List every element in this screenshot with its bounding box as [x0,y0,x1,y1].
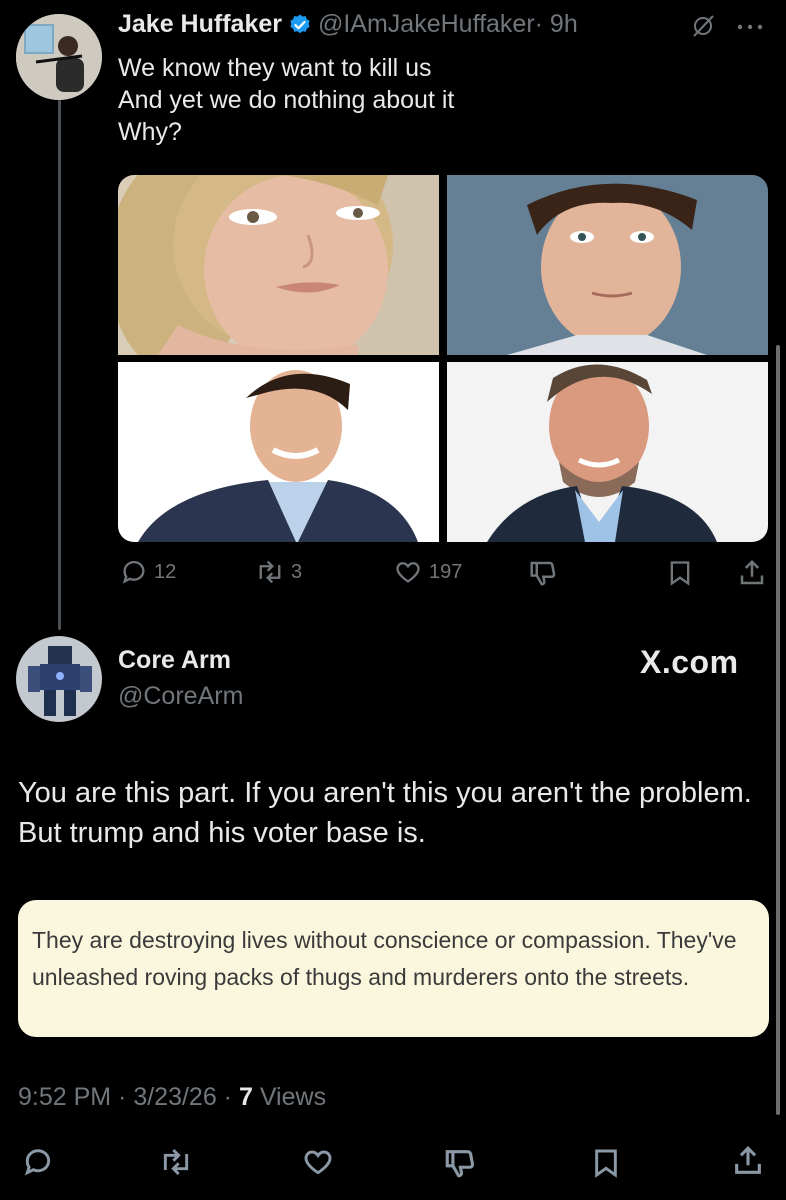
quoted-text-image: They are destroying lives without consci… [18,900,769,1037]
bookmark-button[interactable] [666,558,694,588]
repost-icon [255,558,285,586]
tweet-line: We know they want to kill us [118,54,432,82]
views-label: Views [259,1083,327,1111]
grok-icon[interactable] [690,13,716,44]
author-name[interactable]: Jake Huffaker [118,10,282,39]
share-icon [731,1144,765,1178]
reply-text: You are this part. If you aren't this yo… [18,777,752,849]
media-photo[interactable] [447,362,768,542]
media-photo[interactable] [118,175,439,355]
like-icon [301,1146,335,1178]
media-grid[interactable] [118,175,768,542]
bookmark-button[interactable] [590,1146,622,1185]
share-button[interactable] [737,558,767,588]
tweet-text: We know they want to kill us And yet we … [118,52,454,148]
author-name[interactable]: Core Arm [118,646,231,675]
timestamp[interactable]: 9:52 PM · 3/23/26 · [18,1083,232,1111]
media-photo[interactable] [447,175,768,355]
dislike-button[interactable] [443,1146,477,1185]
share-button[interactable] [731,1144,765,1183]
dislike-button[interactable] [528,558,558,588]
repost-icon [158,1146,194,1178]
tweet-meta: 9:52 PM · 3/23/26 · 7 Views [18,1083,326,1112]
author-handle[interactable]: @IAmJakeHuffaker [318,10,535,39]
bookmark-icon [590,1146,622,1180]
like-icon [393,558,423,586]
thread-connector-line [58,100,61,630]
like-count: 197 [429,560,463,583]
time-ago[interactable]: · 9h [535,10,578,39]
verified-badge-icon [288,13,312,37]
reply-icon [120,558,148,586]
scrollbar[interactable] [776,345,780,1115]
reply-count: 12 [154,560,177,583]
bookmark-icon [666,558,694,588]
reply-button[interactable] [22,1146,54,1183]
like-button[interactable] [301,1146,335,1183]
dislike-icon [443,1146,477,1180]
avatar[interactable] [16,14,102,100]
like-button[interactable]: 197 [393,558,462,586]
x-com-logo: X.com [640,644,739,680]
views-count: 7 [238,1083,253,1111]
dislike-icon [528,558,558,588]
reply-icon [22,1146,54,1178]
repost-button[interactable]: 3 [255,558,302,586]
reply-button[interactable]: 12 [120,558,176,586]
tweet-line: Why? [118,118,182,146]
avatar[interactable] [16,636,102,722]
more-icon[interactable] [735,20,765,38]
tweet-line: And yet we do nothing about it [118,86,455,114]
share-icon [737,558,767,588]
quoted-text: They are destroying lives without consci… [32,927,737,990]
author-handle[interactable]: @CoreArm [118,682,243,711]
repost-count: 3 [291,560,303,583]
repost-button[interactable] [158,1146,194,1183]
media-photo[interactable] [118,362,439,542]
